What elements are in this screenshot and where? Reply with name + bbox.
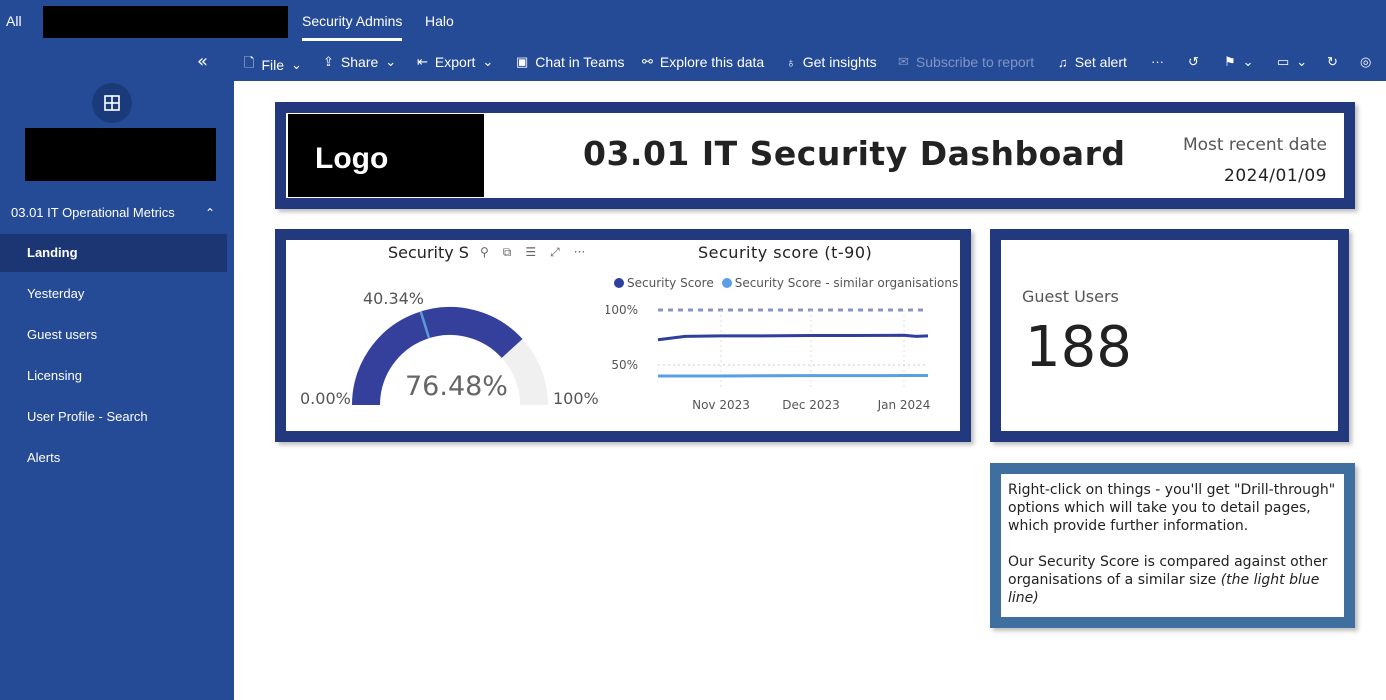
legend-dot: [614, 278, 624, 288]
y-tick-label: 100%: [606, 303, 638, 317]
refresh-icon: ↻: [1327, 54, 1338, 69]
lightbulb-icon: ♁: [786, 54, 796, 70]
recent-date-value: 2024/01/09: [1224, 166, 1327, 186]
gauge-min-label: 0.00%: [300, 389, 351, 408]
undo-icon: ↺: [1188, 54, 1199, 69]
guest-users-value: 188: [1025, 315, 1132, 380]
tab-halo[interactable]: Halo: [425, 13, 454, 29]
legend-item-security-score[interactable]: Security Score: [614, 276, 714, 290]
reset-button[interactable]: ↺: [1188, 54, 1199, 70]
more-options-button[interactable]: ···: [1151, 54, 1164, 69]
export-menu-button[interactable]: ⇤ Export ⌄: [417, 54, 493, 70]
sidebar-section-title[interactable]: 03.01 IT Operational Metrics: [11, 205, 175, 220]
logo: Logo: [288, 114, 484, 197]
sidebar-item-user-profile-search[interactable]: User Profile - Search: [0, 398, 227, 436]
visual-header-icons: ⚲ ⧉ ☰ ⤢ ···: [476, 245, 586, 260]
chevron-down-icon: ⌄: [1296, 54, 1308, 69]
share-icon: ⇪: [323, 54, 334, 69]
x-tick-label: Dec 2023: [782, 398, 840, 412]
guest-users-card[interactable]: Guest Users 188: [990, 229, 1349, 442]
bookmark-icon: ⚑: [1224, 54, 1236, 69]
x-tick-label: Nov 2023: [692, 398, 750, 412]
top-navigation: All Security Admins Halo: [0, 0, 1386, 43]
chevron-up-icon[interactable]: ⌃: [205, 206, 215, 220]
recent-date-label: Most recent date: [1182, 135, 1327, 155]
gauge-title: Security S: [388, 243, 469, 262]
legend-item-similar-orgs[interactable]: Security Score - similar organisations: [721, 276, 958, 290]
explore-data-button[interactable]: ⚯ Explore this data: [642, 54, 764, 70]
chevron-down-icon: ⌄: [385, 54, 397, 69]
more-icon: ···: [1151, 54, 1164, 69]
gauge-target-label: 40.34%: [363, 289, 425, 308]
sidebar-item-licensing[interactable]: Licensing: [0, 357, 227, 395]
chevron-down-icon: ⌄: [1242, 54, 1254, 69]
gauge-value-label: 76.48%: [405, 371, 508, 402]
teams-icon: ▣: [516, 54, 529, 69]
all-link[interactable]: All: [6, 13, 22, 29]
redacted-block: [43, 6, 288, 38]
sidebar-item-alerts[interactable]: Alerts: [0, 439, 227, 477]
line-chart-title: Security score (t-90): [698, 243, 873, 262]
sidebar: « 03.01 IT Operational Metrics ⌃ Landing…: [0, 43, 234, 700]
report-toolbar: 🗋 File ⌄ ⇪ Share ⌄ ⇤ Export ⌄ ▣ Chat in …: [234, 43, 1386, 81]
series-line-security-score: [657, 333, 929, 342]
refresh-button[interactable]: ↻: [1327, 54, 1338, 70]
tab-security-admins[interactable]: Security Admins: [302, 13, 403, 41]
header-card: Logo 03.01 IT Security Dashboard Most re…: [275, 102, 1355, 209]
copy-icon[interactable]: ⧉: [503, 245, 512, 260]
sidebar-item-landing[interactable]: Landing: [0, 234, 227, 272]
view-icon: ▭: [1277, 54, 1290, 69]
more-options-icon[interactable]: ···: [574, 245, 585, 260]
bookmark-button[interactable]: ⚑ ⌄: [1224, 54, 1254, 70]
subscribe-icon: ✉: [898, 54, 909, 69]
y-tick-label: 50%: [611, 358, 638, 372]
focus-mode-icon[interactable]: ⤢: [550, 245, 560, 260]
line-chart[interactable]: Nov 2023 Dec 2023 Jan 2024 100% 50%: [606, 295, 936, 415]
collapse-sidebar-icon[interactable]: «: [197, 51, 208, 72]
get-insights-button[interactable]: ♁ Get insights: [786, 54, 877, 70]
x-tick-label: Jan 2024: [877, 398, 931, 412]
comment-button[interactable]: ◎: [1360, 54, 1371, 70]
legend-dot: [721, 278, 732, 288]
comment-icon: ◎: [1360, 54, 1372, 69]
subscribe-button: ✉ Subscribe to report: [898, 54, 1035, 70]
app-icon: [92, 83, 132, 123]
note-paragraph-1: Right-click on things - you'll get "Dril…: [1008, 482, 1336, 534]
share-menu-button[interactable]: ⇪ Share ⌄: [323, 54, 396, 70]
pin-icon[interactable]: ⚲: [480, 245, 489, 260]
chevron-down-icon: ⌄: [291, 57, 302, 72]
set-alert-button[interactable]: ♫ Set alert: [1058, 54, 1127, 70]
info-note-card: Right-click on things - you'll get "Dril…: [990, 463, 1355, 628]
file-menu-button[interactable]: 🗋 File ⌄: [244, 54, 302, 76]
sidebar-item-yesterday[interactable]: Yesterday: [0, 275, 227, 313]
chat-in-teams-button[interactable]: ▣ Chat in Teams: [516, 54, 625, 70]
line-chart-legend: Security Score Security Score - similar …: [614, 276, 958, 290]
page-title: 03.01 IT Security Dashboard: [583, 134, 1126, 173]
report-canvas: Logo 03.01 IT Security Dashboard Most re…: [234, 81, 1386, 700]
guest-users-label: Guest Users: [1022, 287, 1119, 306]
note-paragraph-2: Our Security Score is compared against o…: [1008, 554, 1328, 606]
security-score-card[interactable]: Security S ⚲ ⧉ ☰ ⤢ ··· 40.34% 0.00% 100%…: [275, 229, 971, 442]
file-icon: 🗋: [244, 55, 255, 70]
redacted-block: [25, 128, 216, 181]
view-button[interactable]: ▭ ⌄: [1277, 54, 1307, 70]
filter-icon[interactable]: ☰: [525, 245, 536, 260]
bell-icon: ♫: [1058, 54, 1068, 70]
gauge-max-label: 100%: [553, 389, 599, 408]
info-note-text: Right-click on things - you'll get "Dril…: [1008, 481, 1338, 607]
binoculars-icon: ⚯: [642, 54, 653, 69]
chevron-down-icon: ⌄: [482, 54, 494, 69]
export-icon: ⇤: [417, 54, 428, 69]
sidebar-item-guest-users[interactable]: Guest users: [0, 316, 227, 354]
